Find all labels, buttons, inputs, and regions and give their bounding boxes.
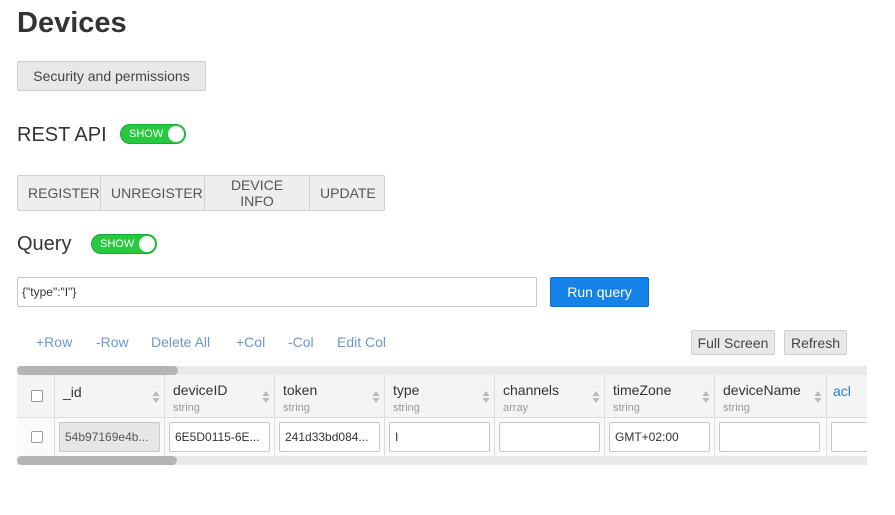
sort-icon[interactable] [592,390,600,404]
full-screen-button[interactable]: Full Screen [691,330,775,355]
refresh-button[interactable]: Refresh [784,330,847,355]
delete-all-link[interactable]: Delete All [151,334,210,350]
column-header-timezone[interactable]: timeZone string [605,375,715,417]
add-col-link[interactable]: +Col [236,334,265,350]
cell-channels[interactable] [499,422,600,452]
rest-api-title: REST API [17,124,107,146]
run-query-button[interactable]: Run query [550,277,649,307]
cell-timezone[interactable] [609,422,710,452]
column-type: string [393,402,420,414]
page-title: Devices [17,7,127,39]
cell-deviceid[interactable] [169,422,270,452]
table-cell [385,418,495,457]
sort-icon[interactable] [702,390,710,404]
toggle-knob [139,236,155,252]
table-cell [55,418,165,457]
grid-header-row: _id deviceID string token string type st… [17,375,867,418]
rest-api-button-group: REGISTER UNREGISTER DEVICE INFO UPDATE [17,175,385,211]
security-permissions-button[interactable]: Security and permissions [17,61,206,91]
data-grid: _id deviceID string token string type st… [17,375,867,457]
horizontal-scrollbar-top[interactable] [17,366,867,375]
column-header-devicename[interactable]: deviceName string [715,375,827,417]
sort-icon[interactable] [262,390,270,404]
select-all-column [17,375,55,417]
column-name: token [283,382,318,398]
cell-token[interactable] [279,422,380,452]
column-header-id[interactable]: _id [55,375,165,417]
rest-api-toggle-label: SHOW [129,128,164,140]
cell-devicename[interactable] [719,422,820,452]
query-input[interactable] [17,277,537,307]
cell-acl[interactable] [831,422,867,452]
table-cell [715,418,827,457]
add-row-link[interactable]: +Row [36,334,72,350]
horizontal-scrollbar-bottom[interactable] [17,456,867,465]
column-name: deviceID [173,382,228,398]
column-type: string [613,402,640,414]
query-title: Query [17,233,72,255]
scrollbar-thumb[interactable] [17,456,177,465]
cell-id[interactable] [59,422,160,452]
table-row [17,418,867,457]
column-name: _id [63,384,82,400]
column-type: array [503,402,529,414]
query-toggle[interactable]: SHOW [91,234,157,254]
cell-type[interactable] [389,422,490,452]
table-cell [495,418,605,457]
column-header-type[interactable]: type string [385,375,495,417]
column-header-token[interactable]: token string [275,375,385,417]
table-cell [275,418,385,457]
column-name: timeZone [613,382,672,398]
table-cell [827,418,867,457]
column-type: string [283,402,310,414]
edit-col-link[interactable]: Edit Col [337,334,386,350]
select-all-checkbox[interactable] [31,390,43,402]
column-header-channels[interactable]: channels array [495,375,605,417]
rest-api-toggle[interactable]: SHOW [120,124,186,144]
column-name: type [393,382,420,398]
sort-icon[interactable] [372,390,380,404]
toggle-knob [168,126,184,142]
column-type: string [173,402,200,414]
column-name: channels [503,382,560,398]
register-button[interactable]: REGISTER [18,176,101,210]
acl-column-link[interactable]: acl [833,383,851,399]
sort-icon[interactable] [814,390,822,404]
column-header-deviceid[interactable]: deviceID string [165,375,275,417]
update-button[interactable]: UPDATE [310,176,384,210]
column-header-acl[interactable]: acl [827,375,867,417]
scrollbar-thumb[interactable] [17,366,178,375]
query-toggle-label: SHOW [100,238,135,250]
sort-icon[interactable] [482,390,490,404]
unregister-button[interactable]: UNREGISTER [101,176,205,210]
column-name: deviceName [723,382,801,398]
remove-col-link[interactable]: -Col [288,334,314,350]
table-cell [165,418,275,457]
device-info-button[interactable]: DEVICE INFO [205,176,310,210]
row-select-cell [17,418,55,457]
column-type: string [723,402,750,414]
remove-row-link[interactable]: -Row [96,334,129,350]
table-cell [605,418,715,457]
row-checkbox[interactable] [31,431,43,443]
sort-icon[interactable] [152,390,160,404]
